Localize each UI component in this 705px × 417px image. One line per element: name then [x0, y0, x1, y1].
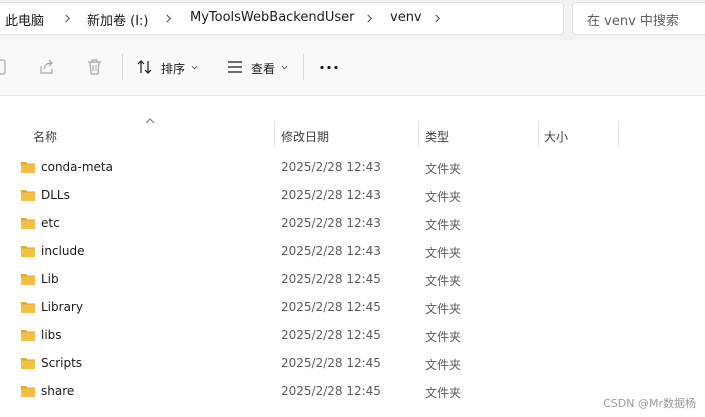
- file-type: 文件夹: [425, 302, 462, 316]
- file-row[interactable]: Lib 2025/2/28 12:45 文件夹: [0, 265, 705, 293]
- column-resize-handle[interactable]: [538, 122, 539, 148]
- column-header-size[interactable]: 大小: [544, 128, 568, 145]
- toolbar-separator: [122, 54, 123, 80]
- file-row[interactable]: conda-meta 2025/2/28 12:43 文件夹: [0, 153, 705, 181]
- file-row[interactable]: Scripts 2025/2/28 12:45 文件夹: [0, 349, 705, 377]
- file-name: DLLs: [41, 188, 70, 202]
- delete-icon[interactable]: [86, 58, 103, 76]
- column-resize-handle[interactable]: [618, 122, 619, 148]
- file-type: 文件夹: [425, 246, 462, 260]
- column-header-modified[interactable]: 修改日期: [281, 128, 329, 145]
- file-name: include: [41, 244, 85, 258]
- sort-icon: [137, 60, 152, 74]
- folder-icon: [21, 274, 35, 285]
- file-modified: 2025/2/28 12:43: [281, 244, 381, 258]
- chevron-down-icon: [281, 65, 288, 70]
- view-list-icon: [228, 61, 242, 73]
- file-row[interactable]: libs 2025/2/28 12:45 文件夹: [0, 321, 705, 349]
- chevron-right-icon[interactable]: [164, 14, 173, 23]
- breadcrumb-item-drive[interactable]: 新加卷 (I:): [87, 10, 149, 29]
- view-button[interactable]: 查看: [224, 52, 294, 82]
- file-type: 文件夹: [425, 274, 462, 288]
- rename-icon[interactable]: [0, 58, 8, 76]
- folder-icon: [21, 330, 35, 341]
- sort-label: 排序: [161, 62, 186, 76]
- chevron-right-icon[interactable]: [365, 14, 374, 23]
- file-modified: 2025/2/28 12:45: [281, 328, 381, 342]
- folder-icon: [21, 246, 35, 257]
- file-type: 文件夹: [425, 386, 462, 400]
- sort-button[interactable]: 排序: [134, 52, 204, 82]
- folder-icon: [21, 386, 35, 397]
- file-row[interactable]: etc 2025/2/28 12:43 文件夹: [0, 209, 705, 237]
- file-row[interactable]: DLLs 2025/2/28 12:43 文件夹: [0, 181, 705, 209]
- file-name: conda-meta: [41, 160, 113, 174]
- share-icon[interactable]: [38, 58, 56, 76]
- file-modified: 2025/2/28 12:45: [281, 272, 381, 286]
- breadcrumb-item-this-pc[interactable]: 此电脑: [5, 10, 44, 29]
- breadcrumb-item-venv[interactable]: venv: [390, 10, 422, 25]
- chevron-right-icon[interactable]: [63, 14, 72, 23]
- more-options-icon[interactable]: [319, 65, 339, 70]
- file-name: libs: [41, 328, 62, 342]
- file-modified: 2025/2/28 12:43: [281, 216, 381, 230]
- column-header-row: 名称 修改日期 类型 大小: [0, 118, 705, 150]
- file-row[interactable]: include 2025/2/28 12:43 文件夹: [0, 237, 705, 265]
- chevron-down-icon: [191, 65, 198, 70]
- sort-ascending-icon: [145, 118, 155, 124]
- file-type: 文件夹: [425, 218, 462, 232]
- file-name: etc: [41, 216, 60, 230]
- address-bar-area: 此电脑 新加卷 (I:) MyToolsWebBackendUser venv …: [0, 0, 705, 40]
- folder-icon: [21, 302, 35, 313]
- folder-icon: [21, 358, 35, 369]
- folder-icon: [21, 218, 35, 229]
- file-modified: 2025/2/28 12:43: [281, 188, 381, 202]
- search-input[interactable]: 在 venv 中搜索: [587, 10, 679, 29]
- view-label: 查看: [251, 62, 276, 76]
- file-modified: 2025/2/28 12:43: [281, 160, 381, 174]
- command-bar: 排序 查看: [0, 40, 705, 96]
- file-modified: 2025/2/28 12:45: [281, 384, 381, 398]
- watermark-text: CSDN @Mr数据杨: [603, 397, 696, 410]
- file-name: Library: [41, 300, 83, 314]
- chevron-right-icon[interactable]: [433, 14, 442, 23]
- file-type: 文件夹: [425, 358, 462, 372]
- breadcrumb-item-project[interactable]: MyToolsWebBackendUser: [190, 10, 355, 25]
- column-header-type[interactable]: 类型: [425, 128, 449, 145]
- column-resize-handle[interactable]: [418, 122, 419, 148]
- file-modified: 2025/2/28 12:45: [281, 300, 381, 314]
- file-name: Scripts: [41, 356, 83, 370]
- toolbar-separator: [303, 54, 304, 80]
- file-row[interactable]: Library 2025/2/28 12:45 文件夹: [0, 293, 705, 321]
- file-row[interactable]: share 2025/2/28 12:45 文件夹: [0, 377, 705, 405]
- breadcrumb[interactable]: 此电脑 新加卷 (I:) MyToolsWebBackendUser venv: [0, 2, 564, 35]
- file-name: Lib: [41, 272, 59, 286]
- file-type: 文件夹: [425, 190, 462, 204]
- folder-icon: [21, 162, 35, 173]
- file-type: 文件夹: [425, 330, 462, 344]
- folder-icon: [21, 190, 35, 201]
- file-type: 文件夹: [425, 162, 462, 176]
- file-name: share: [41, 384, 75, 398]
- search-box[interactable]: 在 venv 中搜索: [572, 2, 705, 35]
- file-modified: 2025/2/28 12:45: [281, 356, 381, 370]
- column-resize-handle[interactable]: [274, 122, 275, 148]
- column-header-name[interactable]: 名称: [33, 128, 57, 145]
